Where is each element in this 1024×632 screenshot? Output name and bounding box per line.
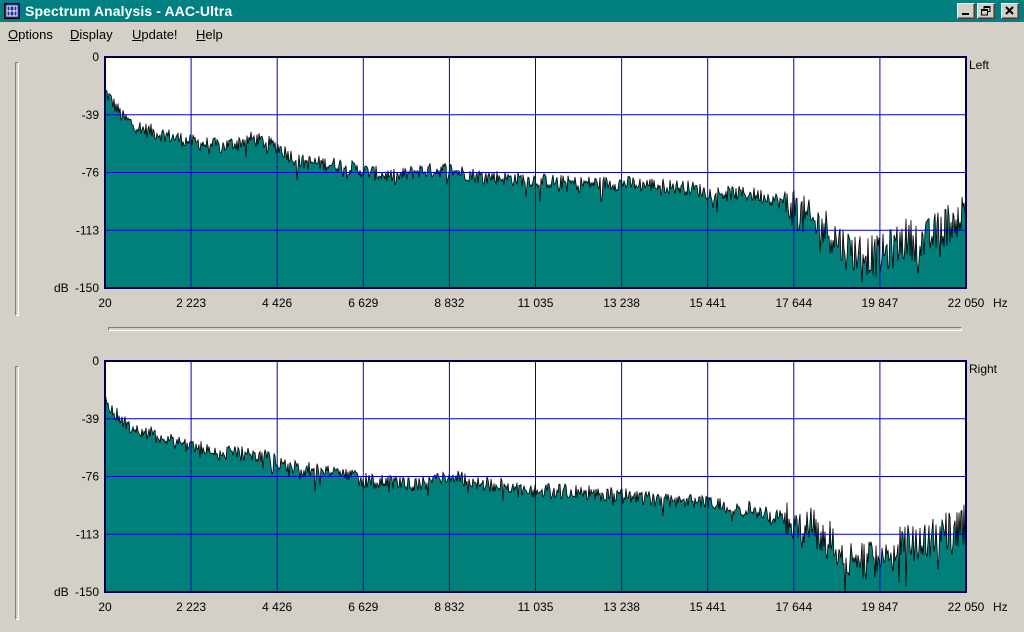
y-tick-label: -113 <box>76 527 99 541</box>
y-tick-label: 0 <box>92 50 99 64</box>
restore-button[interactable] <box>977 3 995 19</box>
menu-display-rest: isplay <box>79 27 113 42</box>
x-tick-label: 15 441 <box>689 296 726 310</box>
x-tick-label: 4 426 <box>262 600 292 614</box>
y-tick-label: -76 <box>82 470 100 484</box>
x-tick-label: 11 035 <box>518 600 554 614</box>
y-tick-label: -39 <box>82 412 100 426</box>
y-tick-label: -113 <box>76 223 99 237</box>
y-tick-label: -76 <box>82 166 100 180</box>
x-tick-label: 19 847 <box>862 600 899 614</box>
x-tick-label: 17 644 <box>775 600 812 614</box>
menu-update-rest: pdate! <box>141 27 178 42</box>
x-tick-label: 19 847 <box>862 296 899 310</box>
y-unit-label: dB <box>54 585 69 599</box>
x-tick-label: 15 441 <box>689 600 726 614</box>
channel-label: Left <box>969 58 990 72</box>
minimize-button[interactable] <box>957 3 975 19</box>
pane-splitter[interactable] <box>108 327 962 331</box>
x-tick-label: 20 <box>98 600 112 614</box>
menu-display[interactable]: Display <box>70 27 113 42</box>
spectrum-app-icon[interactable] <box>4 3 20 19</box>
y-tick-label: -150 <box>75 585 99 599</box>
x-tick-label: 22 050 <box>948 600 985 614</box>
channel-label: Right <box>969 362 998 376</box>
x-tick-label: 8 832 <box>434 600 464 614</box>
x-tick-label: 11 035 <box>518 296 554 310</box>
menu-bar: Options Display Update! Help <box>0 22 1024 46</box>
minimize-icon <box>962 13 969 15</box>
x-tick-label: 8 832 <box>434 296 464 310</box>
x-tick-label: 6 629 <box>348 296 378 310</box>
y-tick-label: -150 <box>75 281 99 295</box>
menu-help[interactable]: Help <box>196 27 223 42</box>
restore-icon <box>981 6 991 16</box>
x-unit-label: Hz <box>993 600 1008 614</box>
y-unit-label: dB <box>54 281 69 295</box>
window-title: Spectrum Analysis - AAC-Ultra <box>25 3 233 19</box>
menu-update[interactable]: Update! <box>132 27 178 42</box>
x-tick-label: 2 223 <box>176 600 206 614</box>
title-bar[interactable]: Spectrum Analysis - AAC-Ultra <box>0 0 1024 22</box>
close-button[interactable] <box>1001 3 1019 19</box>
x-tick-label: 13 238 <box>603 296 640 310</box>
y-tick-label: 0 <box>92 354 99 368</box>
x-tick-label: 2 223 <box>176 296 206 310</box>
x-tick-label: 13 238 <box>603 600 640 614</box>
menu-options-rest: ptions <box>18 27 53 42</box>
right-channel-spectrum-chart: 0 -39 -76 -113 -150 dB 20 2 223 4 426 6 629 8 832 1… <box>54 354 1008 614</box>
x-unit-label: Hz <box>993 296 1008 310</box>
left-channel-spectrum-chart: 0 -39 -76 -113 -150 dB 20 2 223 4 426 6 629 8 832 1… <box>54 50 1008 310</box>
menu-options[interactable]: Options <box>8 27 53 42</box>
x-tick-label: 22 050 <box>948 296 985 310</box>
x-tick-label: 17 644 <box>775 296 812 310</box>
menu-help-rest: elp <box>205 27 223 42</box>
x-tick-label: 20 <box>98 296 112 310</box>
x-tick-label: 4 426 <box>262 296 292 310</box>
y-tick-label: -39 <box>82 108 100 122</box>
x-tick-label: 6 629 <box>348 600 378 614</box>
close-icon <box>1005 6 1014 15</box>
